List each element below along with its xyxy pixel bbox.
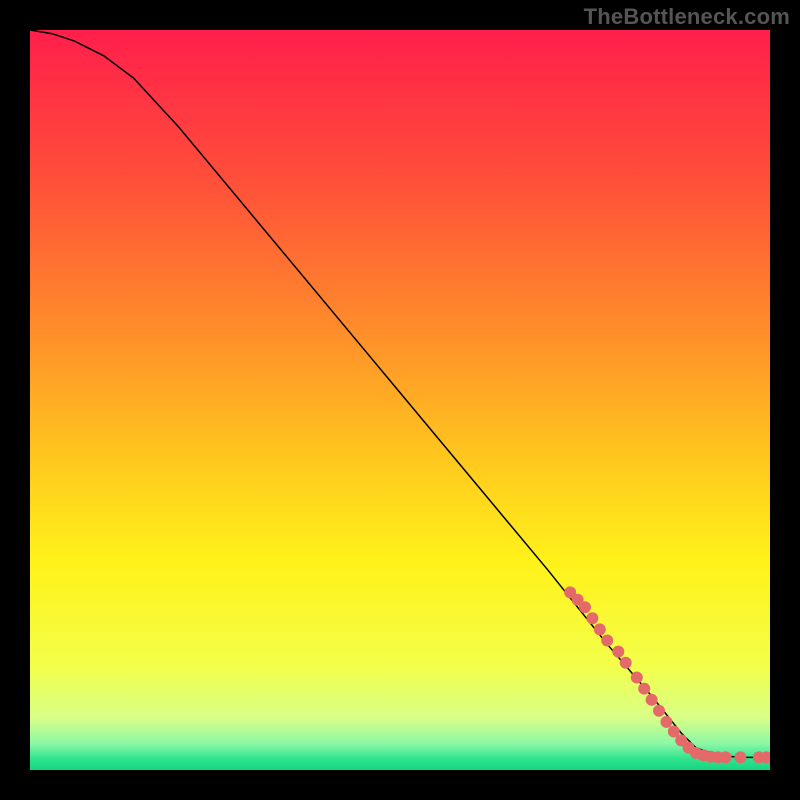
highlight-dot — [601, 635, 613, 647]
watermark-text: TheBottleneck.com — [584, 4, 790, 30]
highlight-dot — [612, 646, 624, 658]
highlight-dot — [620, 657, 632, 669]
chart-svg — [30, 30, 770, 770]
plot-area — [30, 30, 770, 770]
highlight-dot — [646, 694, 658, 706]
highlight-dot — [594, 623, 606, 635]
highlight-dot — [638, 683, 650, 695]
highlight-dot — [653, 705, 665, 717]
chart-frame: TheBottleneck.com — [0, 0, 800, 800]
highlight-dot — [631, 672, 643, 684]
highlight-dot — [734, 751, 746, 763]
highlight-dot — [579, 601, 591, 613]
highlight-dot — [660, 716, 672, 728]
highlight-dot — [720, 751, 732, 763]
highlight-dot — [586, 612, 598, 624]
gradient-background — [30, 30, 770, 770]
